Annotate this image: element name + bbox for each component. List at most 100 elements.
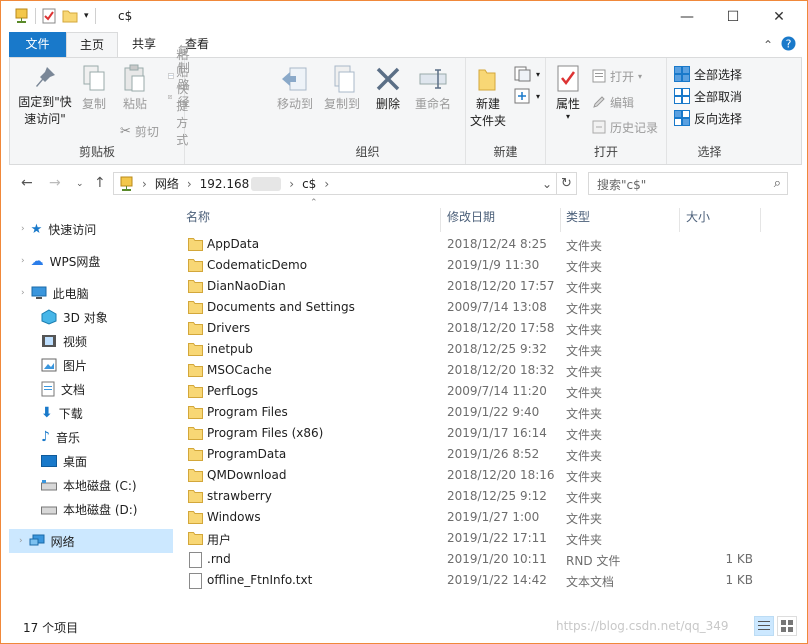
rename-label: 重命名 (414, 97, 451, 111)
file-row[interactable]: Windows 2019/1/27 1:00 文件夹 (176, 507, 807, 528)
file-row[interactable]: MSOCache 2018/12/20 18:32 文件夹 (176, 360, 807, 381)
delete-button[interactable]: 删除 (372, 64, 404, 113)
column-divider[interactable] (679, 208, 680, 232)
folder-icon (188, 448, 203, 461)
network-drive-icon (15, 8, 28, 23)
cut-button[interactable]: ✂ 剪切 (120, 121, 159, 141)
copy-path-icon (168, 73, 174, 79)
pin-quick-access-button[interactable]: 固定到"快 速访问" (13, 64, 77, 128)
rename-button[interactable]: 重命名 (411, 64, 455, 113)
minimize-button[interactable]: — (664, 1, 710, 32)
column-header-name[interactable]: 名称 (186, 208, 210, 225)
nav-item-label: WPS网盘 (49, 254, 101, 269)
properties-label: 属性 (555, 97, 580, 111)
up-arrow-icon[interactable]: ↑ (94, 175, 106, 191)
file-date: 2018/12/24 8:25 (447, 237, 547, 251)
paste-button[interactable]: 粘贴 (116, 64, 154, 113)
column-header-date[interactable]: 修改日期 (447, 208, 495, 225)
file-row[interactable]: 用户 2019/1/22 17:11 文件夹 (176, 528, 807, 549)
address-dropdown-chevron-icon[interactable]: ⌄ (542, 177, 552, 191)
history-button[interactable]: 历史记录 (592, 117, 658, 137)
file-row[interactable]: Drivers 2018/12/20 17:58 文件夹 (176, 318, 807, 339)
easy-access-button[interactable]: ▾ (514, 86, 540, 106)
file-row[interactable]: ProgramData 2019/1/26 8:52 文件夹 (176, 444, 807, 465)
breadcrumb-host[interactable]: 192.168 (200, 177, 250, 191)
file-type: 文件夹 (566, 449, 603, 463)
new-folder-icon[interactable] (62, 9, 78, 23)
nav-item-this-pc[interactable]: › 此电脑 (21, 281, 185, 305)
column-divider[interactable] (440, 208, 441, 232)
back-arrow-icon[interactable]: ← (21, 175, 33, 191)
file-name: PerfLogs (207, 384, 259, 398)
file-row[interactable]: strawberry 2018/12/25 9:12 文件夹 (176, 486, 807, 507)
file-row[interactable]: PerfLogs 2009/7/14 11:20 文件夹 (176, 381, 807, 402)
help-icon[interactable]: ? (781, 36, 796, 54)
close-button[interactable]: ✕ (756, 1, 802, 32)
copy-to-label: 复制到 (323, 97, 360, 111)
file-row[interactable]: inetpub 2018/12/25 9:32 文件夹 (176, 339, 807, 360)
file-row[interactable]: QMDownload 2018/12/20 18:16 文件夹 (176, 465, 807, 486)
tab-home[interactable]: 主页 (66, 32, 118, 58)
column-header-size[interactable]: 大小 (686, 208, 710, 225)
column-header-type[interactable]: 类型 (566, 208, 590, 225)
file-size: 1 KB (725, 573, 753, 587)
new-folder-button[interactable]: 新建 文件夹 (466, 64, 510, 130)
select-group: 全部选择 全部取消 反向选择 选择 (667, 58, 752, 164)
properties-button[interactable]: 属性 ▾ (550, 64, 586, 121)
pin-icon (36, 67, 55, 87)
invert-selection-icon (674, 110, 690, 126)
paste-shortcut-button[interactable]: 粘贴快捷方式 (168, 48, 198, 147)
file-row[interactable]: Program Files (x86) 2019/1/17 16:14 文件夹 (176, 423, 807, 444)
move-to-button[interactable]: 移动到 (274, 64, 316, 113)
new-item-button[interactable]: ▾ (514, 64, 540, 84)
file-type: 文件夹 (566, 470, 603, 484)
copy-button[interactable]: 复制 (78, 64, 110, 113)
nav-item-quick-access[interactable]: › ★ 快速访问 (21, 217, 185, 241)
file-row[interactable]: AppData 2018/12/24 8:25 文件夹 (176, 234, 807, 255)
select-none-button[interactable]: 全部取消 (674, 86, 742, 106)
recent-locations-chevron-icon[interactable]: ⌄ (76, 179, 84, 189)
file-date: 2019/1/22 17:11 (447, 531, 547, 545)
column-header-row: ⌃ 名称 修改日期 类型 大小 (176, 198, 807, 232)
file-row[interactable]: DianNaoDian 2018/12/20 17:57 文件夹 (176, 276, 807, 297)
column-divider[interactable] (760, 208, 761, 232)
file-type: 文件夹 (566, 260, 603, 274)
select-group-label: 选择 (697, 145, 722, 159)
nav-item-label: 音乐 (55, 430, 80, 445)
file-row[interactable]: Documents and Settings 2009/7/14 13:08 文件夹 (176, 297, 807, 318)
select-all-icon (674, 66, 690, 82)
tab-share[interactable]: 共享 (124, 32, 164, 57)
file-row[interactable]: CodematicDemo 2019/1/9 11:30 文件夹 (176, 255, 807, 276)
address-bar[interactable]: › 网络 › 192.168 › c$ › ⌄ (113, 172, 557, 195)
large-icons-view-button[interactable] (777, 616, 797, 636)
breadcrumb-share[interactable]: c$ (302, 177, 316, 191)
nav-item-network[interactable]: › 网络 (9, 529, 173, 553)
select-all-button[interactable]: 全部选择 (674, 64, 742, 84)
edit-icon (593, 96, 605, 108)
breadcrumb-separator-icon: › (324, 176, 330, 191)
invert-selection-button[interactable]: 反向选择 (674, 108, 742, 128)
maximize-button[interactable]: ☐ (710, 1, 756, 32)
search-input[interactable]: 搜索"c$" ⌕ (588, 172, 788, 195)
file-date: 2009/7/14 13:08 (447, 300, 547, 314)
breadcrumb-network[interactable]: 网络 (155, 175, 179, 192)
properties-icon[interactable] (42, 8, 56, 24)
edit-label: 编辑 (610, 95, 635, 110)
open-button[interactable]: 打开 ▾ (592, 66, 642, 86)
details-view-button[interactable] (754, 616, 774, 636)
tab-file[interactable]: 文件 (9, 32, 66, 57)
item-count: 17 个项目 (23, 621, 79, 635)
file-row[interactable]: Program Files 2019/1/22 9:40 文件夹 (176, 402, 807, 423)
file-name: Program Files (207, 405, 288, 419)
file-row[interactable]: offline_FtnInfo.txt 2019/1/22 14:42 文本文档 1 … (176, 570, 807, 591)
refresh-icon[interactable]: ↻ (557, 172, 577, 195)
chevron-down-icon[interactable]: ▾ (84, 11, 89, 21)
nav-item-wps-cloud[interactable]: › ☁ WPS网盘 (21, 249, 185, 273)
collapse-ribbon-icon[interactable]: ⌃ (763, 38, 773, 52)
edit-button[interactable]: 编辑 (592, 92, 634, 112)
file-row[interactable]: .rnd 2019/1/20 10:11 RND 文件 1 KB (176, 549, 807, 570)
file-name: Drivers (207, 321, 251, 335)
copy-to-button[interactable]: 复制到 (321, 64, 363, 113)
forward-arrow-icon[interactable]: → (49, 175, 61, 191)
column-divider[interactable] (560, 208, 561, 232)
